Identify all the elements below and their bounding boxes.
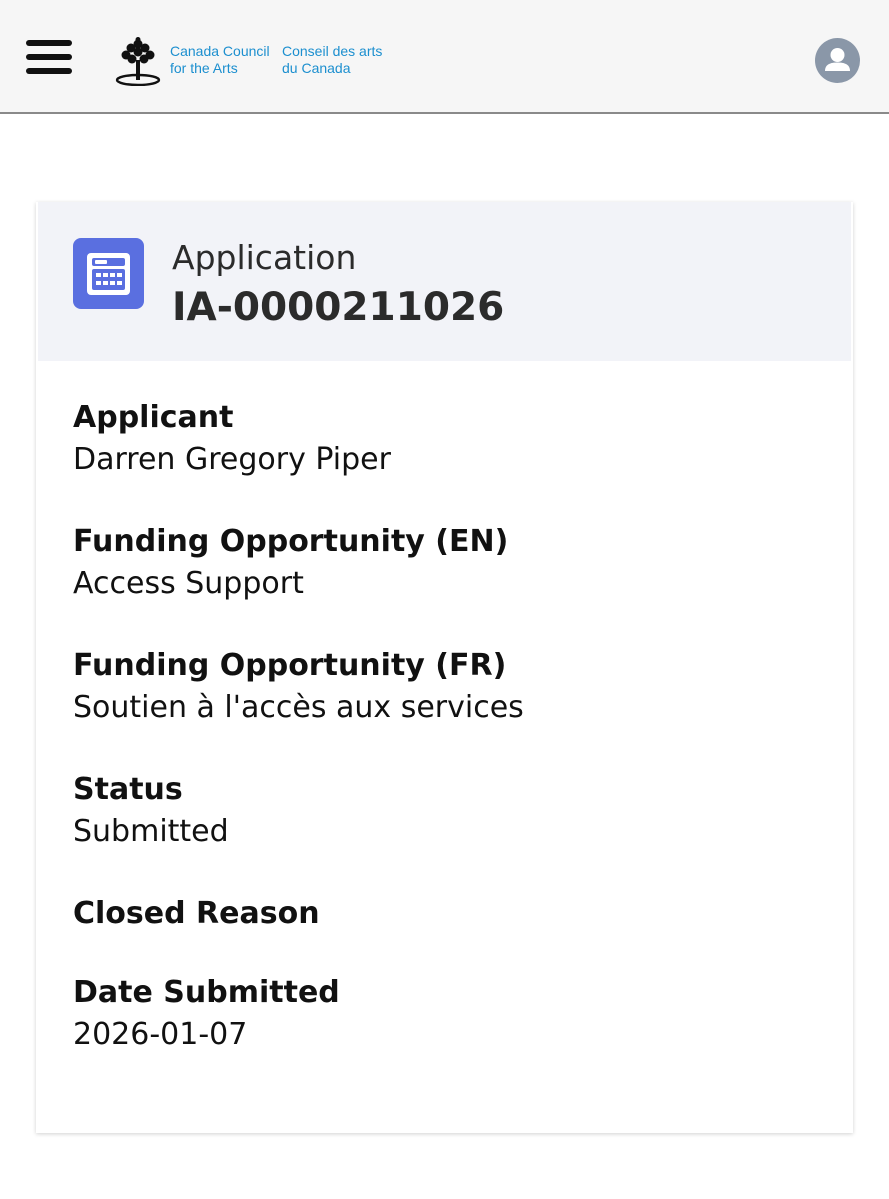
logo-en-line2: for the Arts (170, 60, 238, 76)
logo-fr-line2: du Canada (282, 60, 351, 76)
field-value: 2026-01-07 (73, 1017, 248, 1052)
field-value: Submitted (73, 814, 229, 849)
field-status: Status Submitted (73, 770, 833, 854)
field-label: Status (73, 772, 183, 807)
field-closed-reason: Closed Reason (73, 894, 833, 934)
field-funding-opportunity-fr: Funding Opportunity (FR) Soutien à l'acc… (73, 646, 833, 730)
logo-text-french: Conseil des arts du Canada (282, 43, 382, 77)
field-label: Funding Opportunity (FR) (73, 648, 507, 683)
logo-fr-line1: Conseil des arts (282, 43, 383, 59)
record-header: Application IA-0000211026 (38, 202, 851, 361)
person-silhouette-icon (825, 48, 850, 71)
field-label: Funding Opportunity (EN) (73, 524, 509, 559)
application-record-card: Application IA-0000211026 Applicant Darr… (36, 202, 853, 1133)
logo-en-line1: Canada Council (170, 43, 270, 59)
logo-text-english: Canada Council for the Arts (170, 43, 270, 77)
field-value: Soutien à l'accès aux services (73, 690, 524, 725)
record-id-title: IA-0000211026 (172, 285, 505, 330)
menu-bar-line (26, 40, 72, 46)
field-value: Access Support (73, 566, 304, 601)
field-date-submitted: Date Submitted 2026-01-07 (73, 973, 833, 1057)
tree-logo-icon (115, 37, 161, 86)
field-label: Applicant (73, 400, 234, 435)
calendar-glyph-icon (87, 253, 130, 295)
field-value: Darren Gregory Piper (73, 442, 391, 477)
field-funding-opportunity-en: Funding Opportunity (EN) Access Support (73, 522, 833, 606)
field-label: Date Submitted (73, 975, 340, 1010)
field-label: Closed Reason (73, 896, 320, 931)
menu-bar-line (26, 54, 72, 60)
record-type-label: Application (172, 238, 357, 277)
hamburger-menu-icon[interactable] (26, 40, 72, 76)
menu-bar-line (26, 68, 72, 74)
field-applicant: Applicant Darren Gregory Piper (73, 398, 833, 482)
top-navigation-bar: Canada Council for the Arts Conseil des … (0, 0, 889, 114)
calendar-form-icon (73, 238, 144, 309)
user-avatar-icon[interactable] (815, 38, 860, 83)
